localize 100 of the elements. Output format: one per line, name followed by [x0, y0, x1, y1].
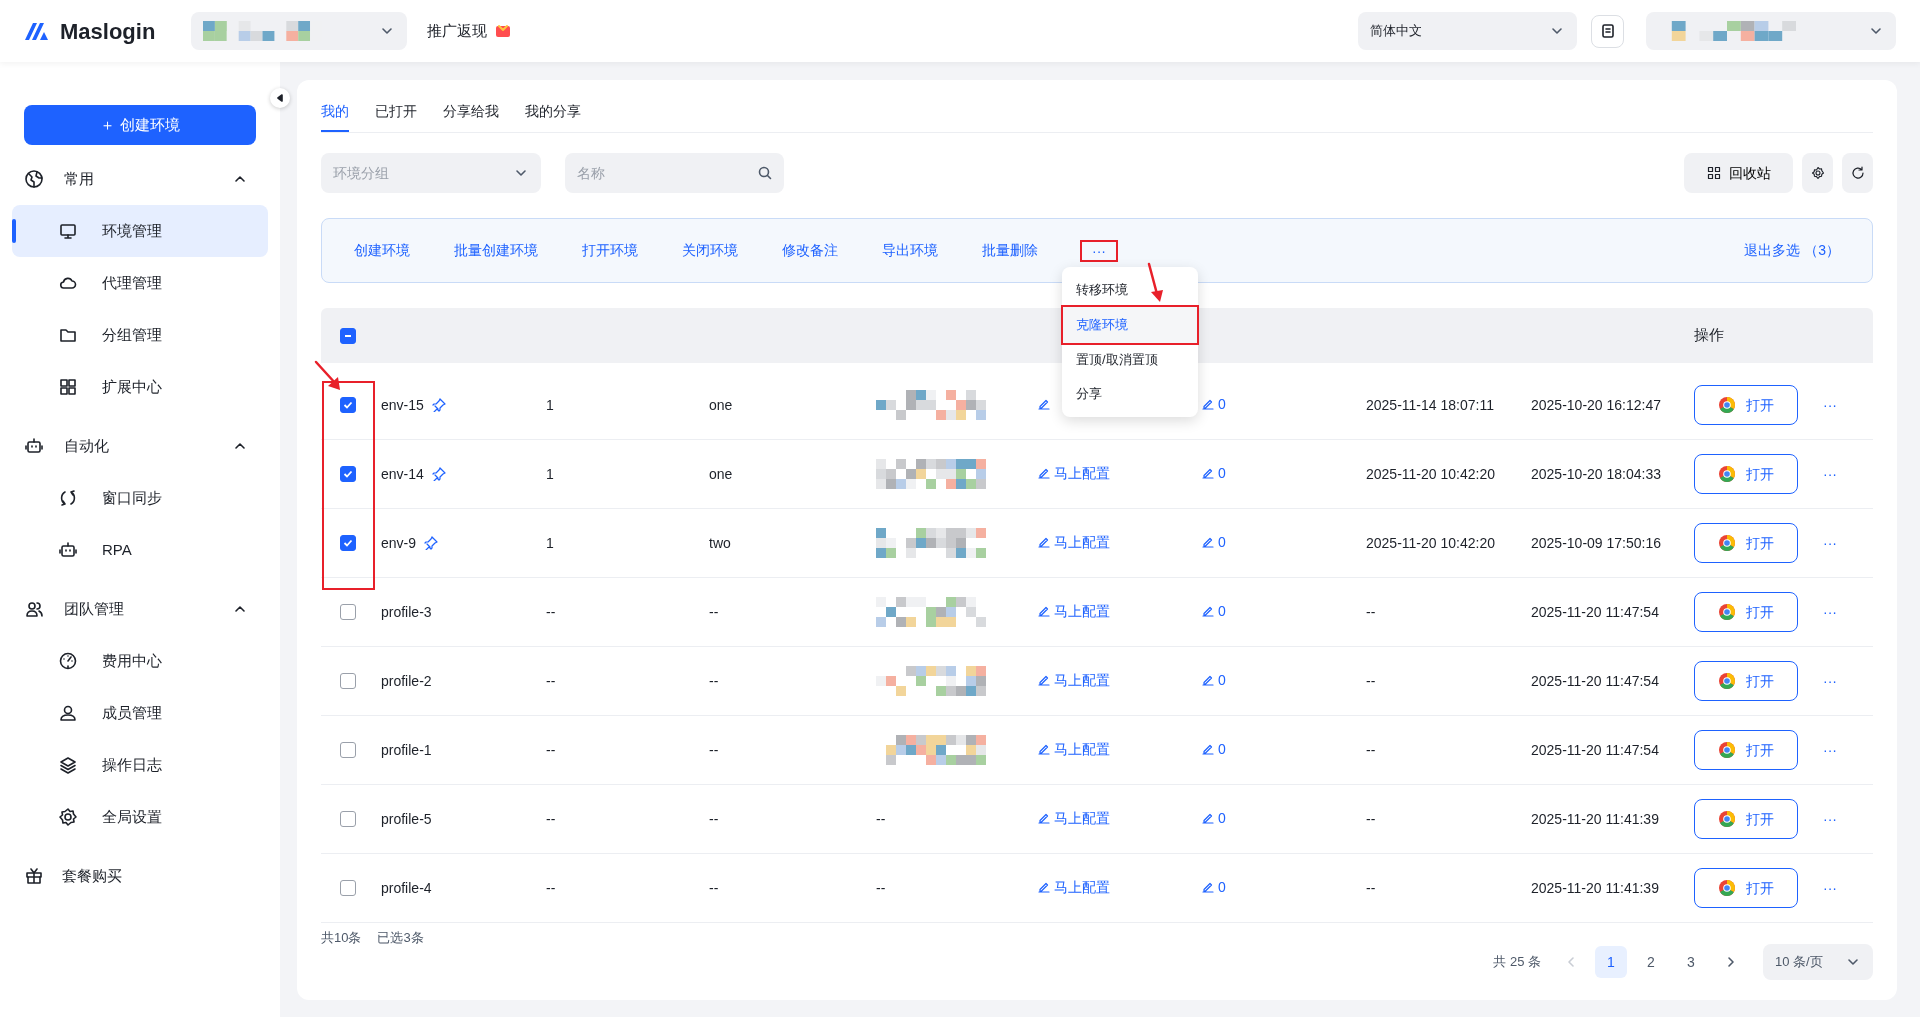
open-browser-button[interactable]: 打开	[1694, 454, 1798, 494]
sidebar-item[interactable]: 扩展中心	[12, 361, 268, 413]
row-more-button[interactable]: ···	[1823, 877, 1837, 899]
row-more-button[interactable]: ···	[1823, 532, 1837, 554]
checkbox[interactable]	[340, 466, 356, 482]
create-environment-button[interactable]: ＋ 创建环境	[24, 105, 256, 145]
refresh-button[interactable]	[1842, 153, 1873, 193]
edit-count-link[interactable]: 0	[1218, 462, 1226, 484]
row-more-button[interactable]: ···	[1823, 670, 1837, 692]
edit-count-link[interactable]: 0	[1218, 669, 1226, 691]
checkbox[interactable]	[340, 604, 356, 620]
batch-action-link[interactable]: 打开环境	[582, 240, 638, 261]
workspace-select[interactable]	[191, 12, 408, 50]
batch-action-link[interactable]: 修改备注	[782, 240, 838, 261]
row-more-button[interactable]: ···	[1823, 808, 1837, 830]
sidebar-item[interactable]: 分组管理	[12, 309, 268, 361]
sidebar-item[interactable]: 全局设置	[12, 791, 268, 843]
sidebar-item[interactable]: 费用中心	[12, 635, 268, 687]
batch-action-link[interactable]: 批量删除	[982, 240, 1038, 261]
menu-group-header[interactable]: 常用	[12, 153, 268, 205]
profile-name: env-14	[381, 464, 424, 484]
checkbox[interactable]	[340, 811, 356, 827]
sidebar-item[interactable]: 窗口同步	[12, 472, 268, 524]
collapse-button[interactable]	[270, 88, 290, 108]
checkbox[interactable]	[340, 327, 356, 344]
menu-item[interactable]: 置顶/取消置顶	[1063, 343, 1197, 377]
row-more-button[interactable]: ···	[1823, 601, 1837, 623]
open-browser-button[interactable]: 打开	[1694, 730, 1798, 770]
configure-link[interactable]: 马上配置	[1054, 462, 1110, 484]
grid-icon	[1706, 166, 1721, 180]
edit-count-link[interactable]: 0	[1218, 531, 1226, 553]
configure-link[interactable]: 马上配置	[1054, 669, 1110, 691]
row-more-button[interactable]: ···	[1823, 394, 1837, 416]
language-select[interactable]: 简体中文	[1358, 12, 1577, 50]
gift-box-icon	[495, 23, 512, 39]
sidebar-item[interactable]: 套餐购买	[12, 850, 268, 902]
table-cell: --	[709, 672, 719, 689]
search-icon	[758, 166, 772, 180]
sidebar-item[interactable]: 成员管理	[12, 687, 268, 739]
table-cell: 2025-10-20 18:04:33	[1531, 465, 1661, 482]
promo-link[interactable]: 推广返现	[427, 19, 488, 43]
edit-count-link[interactable]: 0	[1218, 807, 1226, 829]
recycle-bin-button[interactable]: 回收站	[1684, 153, 1793, 193]
checkbox[interactable]	[340, 742, 356, 758]
edit-count-link[interactable]: 0	[1218, 600, 1226, 622]
checkbox[interactable]	[340, 535, 356, 551]
chrome-logo-icon	[1718, 741, 1736, 759]
open-browser-button[interactable]: 打开	[1694, 523, 1798, 563]
document-button[interactable]	[1591, 14, 1624, 48]
batch-action-link[interactable]: 创建环境	[354, 240, 410, 261]
tab[interactable]: 已打开	[375, 101, 417, 132]
tab[interactable]: 我的	[321, 101, 349, 132]
checkbox[interactable]	[340, 397, 356, 413]
open-browser-button[interactable]: 打开	[1694, 592, 1798, 632]
edit-icon	[1202, 536, 1214, 549]
edit-count-link[interactable]: 0	[1218, 876, 1226, 898]
checkbox[interactable]	[340, 673, 356, 689]
sidebar-item[interactable]: 代理管理	[12, 257, 268, 309]
configure-link[interactable]: 马上配置	[1054, 738, 1110, 760]
menu-group-header[interactable]: 自动化	[12, 420, 268, 472]
more-actions-button[interactable]: ···	[1082, 241, 1116, 260]
table-cell: 2025-11-20 11:47:54	[1531, 603, 1659, 620]
open-browser-button[interactable]: 打开	[1694, 799, 1798, 839]
settings-button[interactable]	[1802, 153, 1833, 193]
menu-group-header[interactable]: 团队管理	[12, 583, 268, 635]
batch-action-link[interactable]: 导出环境	[882, 240, 938, 261]
menu-item[interactable]: 转移环境	[1063, 273, 1197, 307]
tab[interactable]: 我的分享	[525, 101, 581, 132]
page-size-select[interactable]: 10 条/页	[1763, 944, 1873, 980]
page-button[interactable]: 1	[1595, 946, 1627, 978]
sidebar-item[interactable]: 操作日志	[12, 739, 268, 791]
open-browser-button[interactable]: 打开	[1694, 661, 1798, 701]
tab[interactable]: 分享给我	[443, 101, 499, 132]
layers-icon	[58, 755, 78, 775]
batch-action-link[interactable]: 批量创建环境	[454, 240, 538, 261]
row-more-button[interactable]: ···	[1823, 739, 1837, 761]
edit-count-link[interactable]: 0	[1218, 393, 1226, 415]
edit-count-link[interactable]: 0	[1218, 738, 1226, 760]
sidebar-item[interactable]: 环境管理	[12, 205, 268, 257]
configure-link[interactable]: 马上配置	[1054, 600, 1110, 622]
configure-link[interactable]: 马上配置	[1054, 876, 1110, 898]
configure-link[interactable]: 马上配置	[1054, 531, 1110, 553]
search-field[interactable]: 名称	[565, 153, 784, 193]
page-button[interactable]: 3	[1675, 946, 1707, 978]
menu-item[interactable]: 克隆环境	[1063, 307, 1197, 343]
edit-icon	[1202, 881, 1214, 894]
sidebar-item[interactable]: RPA	[12, 524, 268, 576]
profile-name: env-9	[381, 533, 417, 553]
table-cell: 1	[546, 396, 554, 413]
batch-action-link[interactable]: 关闭环境	[682, 240, 738, 261]
table-cell: --	[546, 672, 556, 689]
menu-item[interactable]: 分享	[1063, 377, 1197, 411]
open-browser-button[interactable]: 打开	[1694, 868, 1798, 908]
open-browser-button[interactable]: 打开	[1694, 385, 1798, 425]
row-more-button[interactable]: ···	[1823, 463, 1837, 485]
account-select[interactable]	[1646, 12, 1896, 50]
checkbox[interactable]	[340, 880, 356, 896]
exit-multiselect-link[interactable]: 退出多选 （3）	[1744, 240, 1840, 261]
configure-link[interactable]: 马上配置	[1054, 807, 1110, 829]
page-button[interactable]: 2	[1635, 946, 1667, 978]
